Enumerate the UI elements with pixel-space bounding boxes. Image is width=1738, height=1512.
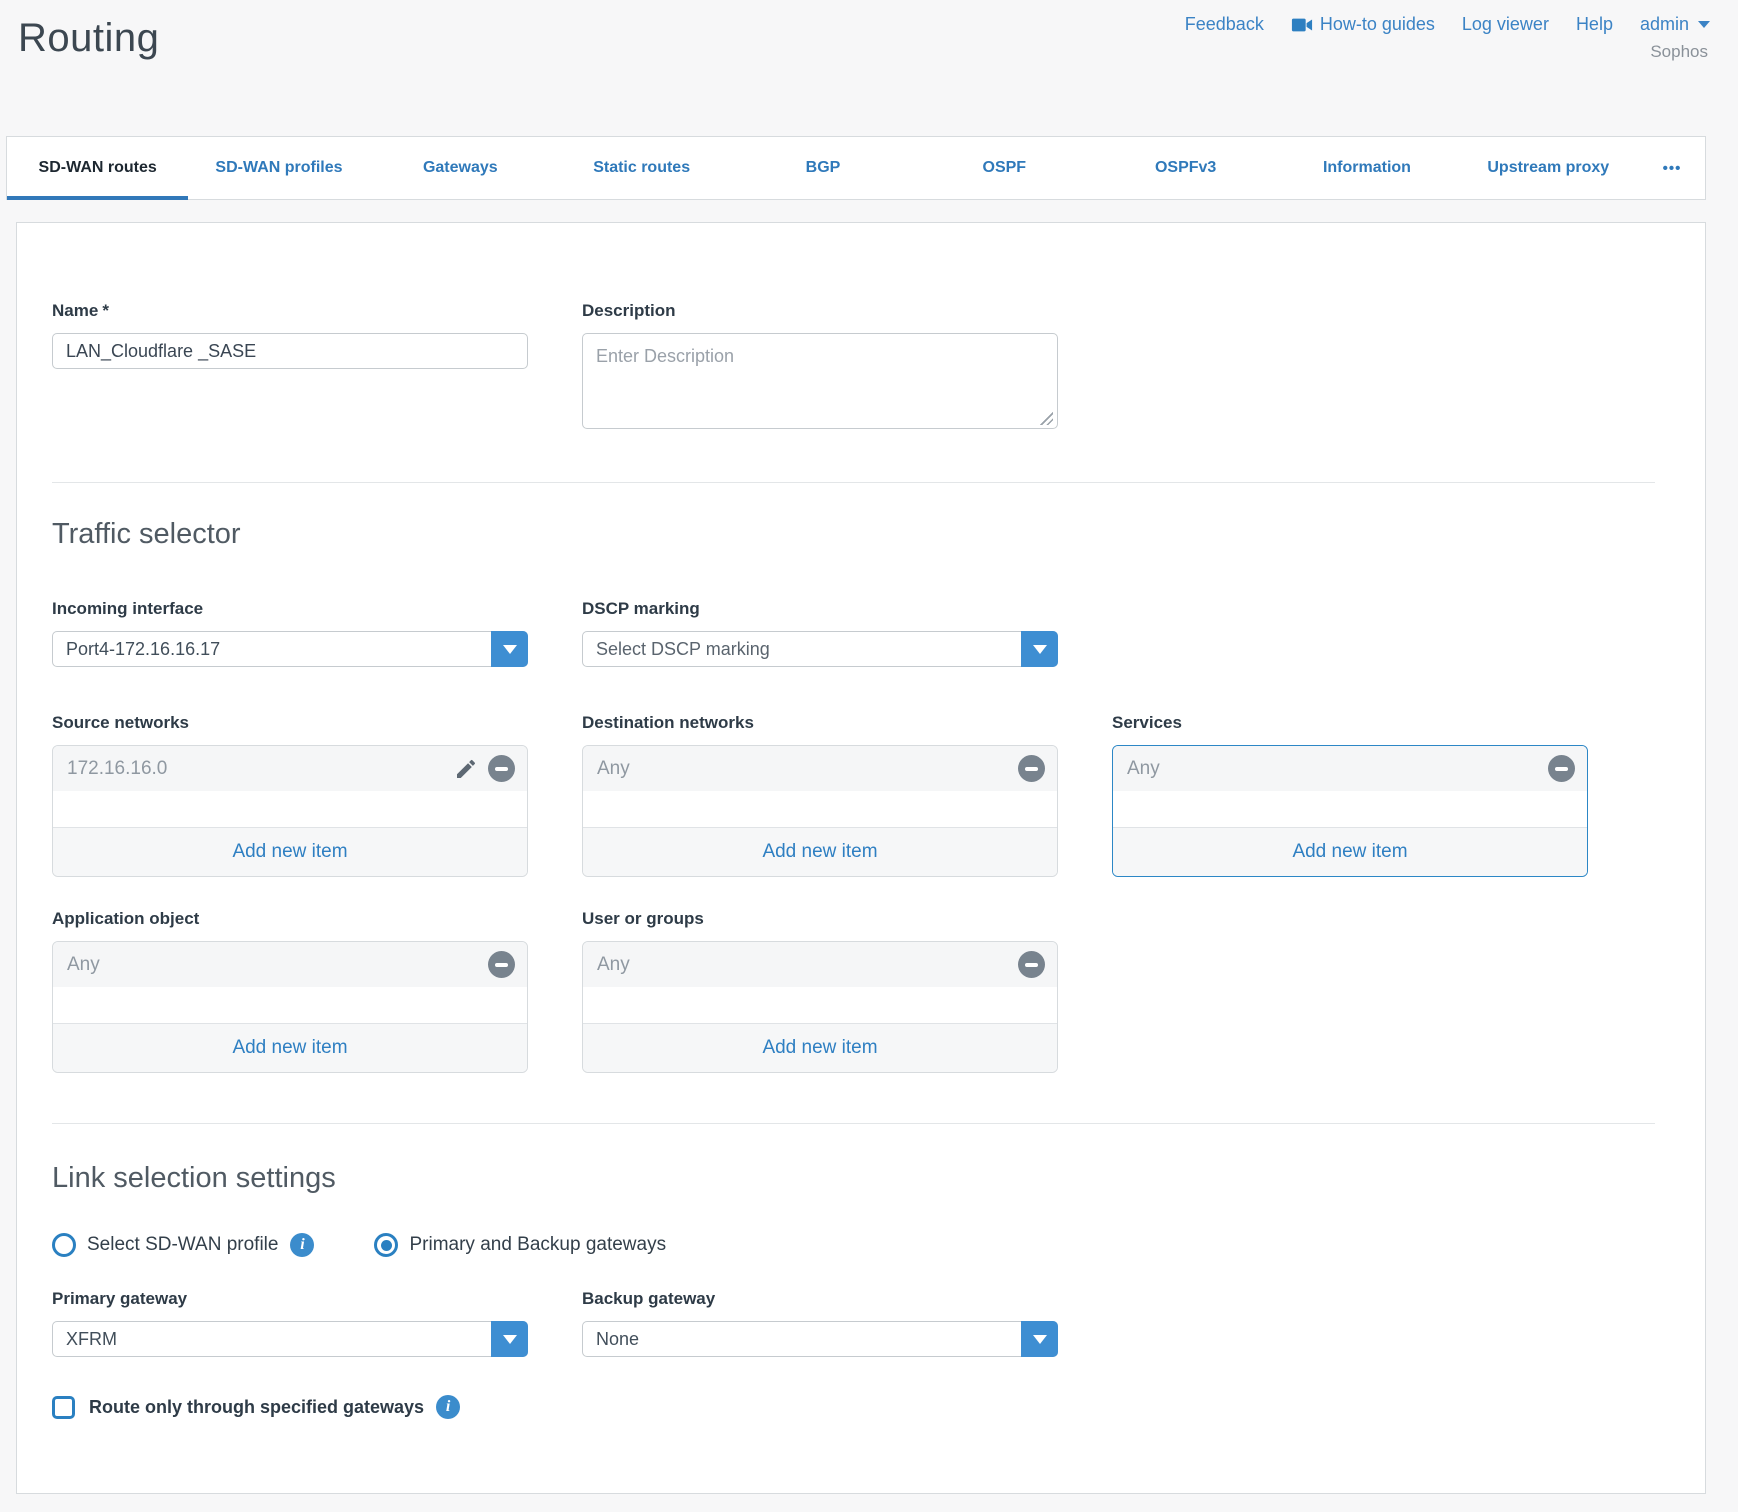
services-label: Services: [1112, 713, 1588, 733]
tab-sd-wan-routes[interactable]: SD-WAN routes: [7, 137, 188, 199]
add-new-item-button[interactable]: Add new item: [583, 1023, 1057, 1072]
primary-gateway-group: Primary gateway XFRM: [52, 1289, 528, 1357]
section-divider: [52, 482, 1655, 483]
user-or-groups-group: User or groups Any Add new item: [582, 909, 1058, 1073]
source-networks-label: Source networks: [52, 713, 528, 733]
description-label: Description: [582, 301, 1058, 321]
route-only-checkbox-label: Route only through specified gateways: [89, 1397, 424, 1418]
services-group: Services Any Add new item: [1112, 713, 1588, 877]
tab-ospf[interactable]: OSPF: [914, 137, 1095, 199]
destination-networks-group: Destination networks Any Add new item: [582, 713, 1058, 877]
description-field-group: Description: [582, 301, 1058, 434]
dropdown-button[interactable]: [1021, 1321, 1058, 1357]
incoming-interface-select[interactable]: Port4-172.16.16.17: [52, 631, 528, 667]
remove-item-icon[interactable]: [1018, 755, 1045, 782]
info-icon[interactable]: i: [290, 1233, 314, 1257]
destination-networks-label: Destination networks: [582, 713, 1058, 733]
remove-item-icon[interactable]: [1548, 755, 1575, 782]
dropdown-button[interactable]: [491, 1321, 528, 1357]
routing-tabs: SD-WAN routes SD-WAN profiles Gateways S…: [6, 136, 1706, 200]
add-new-item-button[interactable]: Add new item: [53, 827, 527, 876]
link-selection-heading: Link selection settings: [52, 1162, 1670, 1195]
list-item: Any: [583, 942, 1057, 987]
remove-item-icon[interactable]: [488, 951, 515, 978]
dropdown-button[interactable]: [1021, 631, 1058, 667]
tab-ospfv3[interactable]: OSPFv3: [1095, 137, 1276, 199]
tab-gateways[interactable]: Gateways: [370, 137, 551, 199]
primary-gateway-select[interactable]: XFRM: [52, 1321, 528, 1357]
list-item: Any: [1113, 746, 1587, 791]
brand-label: Sophos: [1650, 42, 1708, 62]
source-networks-group: Source networks 172.16.16.0 Add new item: [52, 713, 528, 877]
name-field-group: Name*: [52, 301, 528, 369]
remove-item-icon[interactable]: [488, 755, 515, 782]
list-item: 172.16.16.0: [53, 746, 527, 791]
route-only-checkbox[interactable]: [52, 1396, 75, 1419]
howto-guides-link[interactable]: How-to guides: [1291, 14, 1435, 35]
radio-primary-backup-gateways[interactable]: Primary and Backup gateways: [374, 1233, 666, 1257]
backup-gateway-label: Backup gateway: [582, 1289, 1058, 1309]
video-camera-icon: [1291, 17, 1313, 33]
radio-icon[interactable]: [52, 1233, 76, 1257]
tab-static-routes[interactable]: Static routes: [551, 137, 732, 199]
application-object-label: Application object: [52, 909, 528, 929]
application-object-group: Application object Any Add new item: [52, 909, 528, 1073]
traffic-selector-heading: Traffic selector: [52, 518, 1670, 551]
tab-information[interactable]: Information: [1276, 137, 1457, 199]
radio-select-sd-wan-profile[interactable]: Select SD-WAN profile i: [52, 1233, 314, 1257]
log-viewer-link[interactable]: Log viewer: [1462, 14, 1549, 35]
feedback-link[interactable]: Feedback: [1185, 14, 1264, 35]
list-item: Any: [53, 942, 527, 987]
info-icon[interactable]: i: [436, 1395, 460, 1419]
add-new-item-button[interactable]: Add new item: [583, 827, 1057, 876]
remove-item-icon[interactable]: [1018, 951, 1045, 978]
dscp-marking-label: DSCP marking: [582, 599, 1058, 619]
section-divider: [52, 1123, 1655, 1124]
caret-down-icon: [1698, 21, 1710, 28]
services-box: Any Add new item: [1112, 745, 1588, 877]
edit-pencil-icon[interactable]: [454, 757, 478, 781]
name-label: Name*: [52, 301, 528, 321]
source-networks-box: 172.16.16.0 Add new item: [52, 745, 528, 877]
tab-upstream-proxy[interactable]: Upstream proxy: [1458, 137, 1639, 199]
description-textarea[interactable]: [582, 333, 1058, 429]
tabs-overflow-button[interactable]: •••: [1639, 137, 1705, 199]
primary-gateway-label: Primary gateway: [52, 1289, 528, 1309]
incoming-interface-group: Incoming interface Port4-172.16.16.17: [52, 599, 528, 667]
tab-bgp[interactable]: BGP: [732, 137, 913, 199]
user-or-groups-label: User or groups: [582, 909, 1058, 929]
name-input[interactable]: [52, 333, 528, 369]
backup-gateway-select[interactable]: None: [582, 1321, 1058, 1357]
user-or-groups-box: Any Add new item: [582, 941, 1058, 1073]
triangle-down-icon: [1033, 1335, 1047, 1344]
sd-wan-route-form: Name* Description Traffic selector Incom…: [16, 222, 1706, 1494]
top-bar: Routing Feedback How-to guides Log viewe…: [0, 0, 1738, 136]
triangle-down-icon: [503, 1335, 517, 1344]
application-object-box: Any Add new item: [52, 941, 528, 1073]
dscp-marking-group: DSCP marking Select DSCP marking: [582, 599, 1058, 667]
backup-gateway-group: Backup gateway None: [582, 1289, 1058, 1357]
help-link[interactable]: Help: [1576, 14, 1613, 35]
incoming-interface-label: Incoming interface: [52, 599, 528, 619]
add-new-item-button[interactable]: Add new item: [53, 1023, 527, 1072]
dropdown-button[interactable]: [491, 631, 528, 667]
add-new-item-button[interactable]: Add new item: [1113, 827, 1587, 876]
required-asterisk: *: [102, 301, 109, 320]
destination-networks-box: Any Add new item: [582, 745, 1058, 877]
tab-sd-wan-profiles[interactable]: SD-WAN profiles: [188, 137, 369, 199]
dscp-marking-select[interactable]: Select DSCP marking: [582, 631, 1058, 667]
admin-menu[interactable]: admin: [1640, 14, 1710, 35]
list-item: Any: [583, 746, 1057, 791]
radio-icon-checked[interactable]: [374, 1233, 398, 1257]
header-links: Feedback How-to guides Log viewer Help a…: [1185, 14, 1710, 35]
triangle-down-icon: [503, 645, 517, 654]
triangle-down-icon: [1033, 645, 1047, 654]
